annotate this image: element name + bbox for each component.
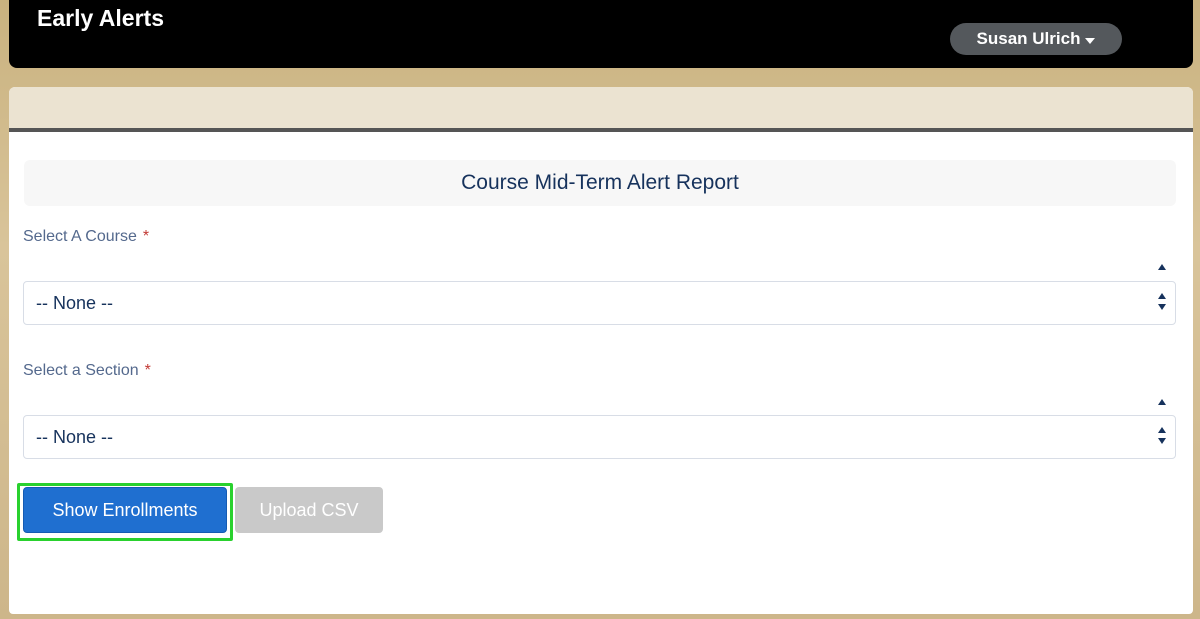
user-name: Susan Ulrich (976, 29, 1081, 48)
show-enrollments-button[interactable]: Show Enrollments (23, 487, 227, 533)
section-label-text: Select a Section (23, 362, 139, 379)
report-title-bar: Course Mid-Term Alert Report (24, 160, 1176, 206)
course-selected-value: -- None -- (36, 292, 114, 313)
caret-down-icon (1085, 37, 1096, 44)
section-selected-value: -- None -- (36, 426, 114, 447)
select-arrows-icon (1158, 293, 1166, 310)
select-arrows-icon (1158, 427, 1166, 444)
upload-csv-button[interactable]: Upload CSV (235, 487, 383, 533)
course-label-text: Select A Course (23, 228, 137, 245)
course-field-label: Select A Course * (23, 228, 149, 246)
panel-header-band (9, 87, 1193, 132)
app-title: Early Alerts (37, 5, 164, 31)
section-select[interactable]: -- None -- (23, 415, 1176, 459)
user-menu-button[interactable]: Susan Ulrich (950, 23, 1122, 55)
required-marker: * (142, 228, 150, 245)
course-scroll-up-icon[interactable] (1158, 264, 1166, 270)
report-title: Course Mid-Term Alert Report (461, 171, 739, 194)
section-scroll-up-icon[interactable] (1158, 399, 1166, 405)
section-field-label: Select a Section * (23, 362, 151, 380)
main-panel: Course Mid-Term Alert Report Select A Co… (9, 87, 1193, 614)
required-marker: * (144, 362, 151, 379)
top-bar: Early Alerts Susan Ulrich (9, 0, 1193, 68)
course-select[interactable]: -- None -- (23, 281, 1176, 325)
